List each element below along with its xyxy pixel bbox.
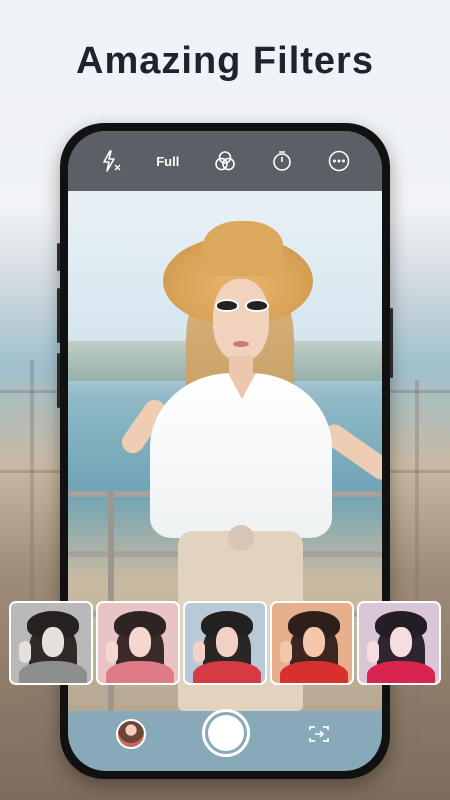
aspect-ratio-button[interactable]: Full xyxy=(153,146,183,176)
filter-4-thumbnail[interactable] xyxy=(270,601,354,685)
camera-bottom-bar xyxy=(68,709,382,771)
flash-off-icon[interactable] xyxy=(96,146,126,176)
filter-strip xyxy=(9,601,441,685)
phone-power-button xyxy=(390,308,393,378)
phone-volume-button xyxy=(57,353,60,408)
phone-volume-button xyxy=(57,288,60,343)
filter-1-thumbnail[interactable] xyxy=(9,601,93,685)
subject-neckline xyxy=(228,373,256,399)
headline: Amazing Filters xyxy=(76,40,374,82)
timer-icon[interactable] xyxy=(267,146,297,176)
background-post xyxy=(415,380,419,800)
subject-hat-crown xyxy=(203,221,283,276)
filter-2-thumbnail[interactable] xyxy=(96,601,180,685)
gallery-thumbnail[interactable] xyxy=(116,719,146,749)
switch-camera-icon[interactable] xyxy=(304,719,334,749)
phone-side-button xyxy=(57,243,60,271)
more-dots-icon[interactable] xyxy=(324,146,354,176)
filter-3-thumbnail[interactable] xyxy=(183,601,267,685)
camera-toolbar: Full xyxy=(68,131,382,191)
background-post xyxy=(30,360,34,800)
shutter-button[interactable] xyxy=(202,709,250,757)
shutter-inner xyxy=(208,715,244,751)
filter-circles-icon[interactable] xyxy=(210,146,240,176)
subject-belt-bow xyxy=(228,525,254,551)
subject-sunglasses xyxy=(213,299,271,313)
subject-face xyxy=(213,279,269,361)
filter-5-thumbnail[interactable] xyxy=(357,601,441,685)
subject-lips xyxy=(233,341,249,347)
aspect-ratio-label: Full xyxy=(156,153,180,169)
